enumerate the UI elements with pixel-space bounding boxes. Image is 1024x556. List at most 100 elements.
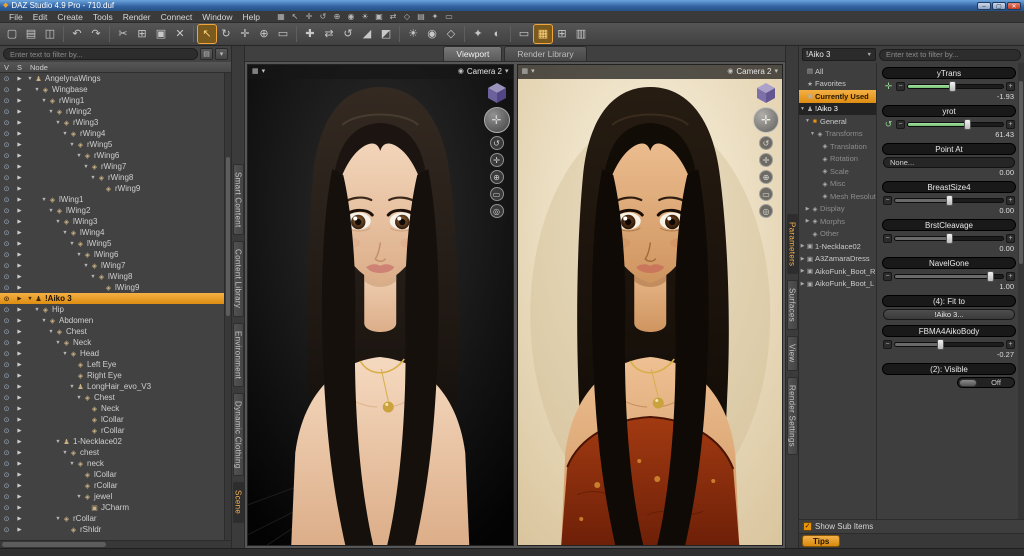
scene-tree-row[interactable]: ⊙▶▼◈Neck: [0, 337, 231, 348]
scene-tree-row[interactable]: ⊙▶◈rCollar: [0, 425, 231, 436]
view-cube-gizmo[interactable]: [486, 82, 508, 104]
visibility-eye-icon[interactable]: ⊙: [0, 207, 13, 215]
rotate-view-icon[interactable]: ↺: [490, 136, 504, 150]
parameter-group-row[interactable]: ▶▣A3ZamaraDress: [799, 253, 876, 266]
expand-arrow-icon[interactable]: ▼: [75, 395, 83, 401]
parameter-group-row[interactable]: ▶◈Morphs: [799, 215, 876, 228]
star-icon[interactable]: ✦: [429, 11, 441, 22]
menu-file[interactable]: File: [4, 11, 28, 23]
expand-arrow-icon[interactable]: ▼: [61, 351, 69, 357]
scene-tree-row[interactable]: ⊙▶▼◈lWing1: [0, 194, 231, 205]
create-null-icon[interactable]: ◇: [442, 25, 460, 43]
create-camera-icon[interactable]: ◉: [423, 25, 441, 43]
selectability-icon[interactable]: ▶: [13, 230, 26, 236]
scene-tree-row[interactable]: ⊙▶▼◈Hip: [0, 304, 231, 315]
pane-layout-icon[interactable]: ▦: [275, 11, 287, 22]
scene-tree-row[interactable]: ⊙▶▼◈Chest: [0, 392, 231, 403]
selectability-icon[interactable]: ▶: [13, 384, 26, 390]
tab-view[interactable]: View: [787, 336, 798, 370]
render-icon[interactable]: ✦: [469, 25, 487, 43]
titlebar[interactable]: ◆ DAZ Studio 4.9 Pro - 710.duf – ▢ ✕: [0, 0, 1024, 11]
selectability-icon[interactable]: ▶: [13, 483, 26, 489]
expand-arrow-icon[interactable]: ▼: [68, 241, 76, 247]
increment-button[interactable]: +: [1006, 234, 1015, 243]
parameter-group-row[interactable]: ▶◈Display: [799, 203, 876, 216]
pan-view-tool-icon[interactable]: ✛: [236, 25, 254, 43]
light-icon[interactable]: ☀: [359, 11, 371, 22]
visibility-eye-icon[interactable]: ⊙: [0, 218, 13, 226]
camera-dropdown-icon[interactable]: ▾: [774, 65, 778, 79]
scene-tree-row[interactable]: ⊙▶▼◈Wingbase: [0, 84, 231, 95]
scene-tree-row[interactable]: ⊙▶▼◈lWing8: [0, 271, 231, 282]
visibility-eye-icon[interactable]: ⊙: [0, 504, 13, 512]
selectability-icon[interactable]: ▶: [13, 186, 26, 192]
point-at-dropdown[interactable]: None...: [883, 157, 1015, 168]
expand-arrow-icon[interactable]: ▼: [54, 219, 62, 225]
minimize-button[interactable]: –: [977, 2, 991, 10]
camera-selector[interactable]: Camera 2: [467, 65, 502, 79]
cut-icon[interactable]: ✂: [114, 25, 132, 43]
scrollbar-thumb[interactable]: [226, 157, 230, 316]
visibility-eye-icon[interactable]: ⊙: [0, 86, 13, 94]
scene-vertical-scrollbar[interactable]: [224, 73, 231, 540]
parameter-group-row[interactable]: ◉Currently Used: [799, 90, 876, 103]
column-visibility[interactable]: V: [0, 63, 13, 72]
fit-to-button[interactable]: !Aiko 3...: [883, 309, 1015, 320]
column-selectability[interactable]: S: [13, 63, 26, 72]
selectability-icon[interactable]: ▶: [13, 351, 26, 357]
selectability-icon[interactable]: ▶: [13, 395, 26, 401]
expand-arrow-icon[interactable]: ▶: [804, 206, 811, 212]
expand-arrow-icon[interactable]: ▼: [82, 263, 90, 269]
expand-arrow-icon[interactable]: ▼: [68, 384, 76, 390]
expand-arrow-icon[interactable]: ▼: [61, 230, 69, 236]
tips-button[interactable]: Tips: [802, 535, 840, 547]
layout-quad-icon[interactable]: ⊞: [553, 25, 571, 43]
visibility-eye-icon[interactable]: ⊙: [0, 427, 13, 435]
param-label[interactable]: BrstCleavage: [882, 219, 1016, 231]
paste-icon[interactable]: ▣: [152, 25, 170, 43]
expand-arrow-icon[interactable]: ▼: [26, 296, 34, 302]
parameters-scrollbar[interactable]: [1018, 63, 1024, 519]
expand-arrow-icon[interactable]: ▼: [54, 120, 62, 126]
orbit-ball-control[interactable]: ✛: [753, 107, 779, 133]
scene-tree-row[interactable]: ⊙▶◈rCollar: [0, 480, 231, 491]
increment-button[interactable]: +: [1006, 120, 1015, 129]
parameter-group-row[interactable]: ▶▣AikoFunk_Boot_R: [799, 265, 876, 278]
selectability-icon[interactable]: ▶: [13, 175, 26, 181]
viewport-options-icon[interactable]: ▦: [522, 65, 529, 79]
visibility-eye-icon[interactable]: ⊙: [0, 185, 13, 193]
selectability-icon[interactable]: ▶: [13, 98, 26, 104]
null-icon[interactable]: ◇: [401, 11, 413, 22]
scene-horizontal-scrollbar[interactable]: [0, 540, 231, 548]
decrement-button[interactable]: −: [883, 234, 892, 243]
visibility-eye-icon[interactable]: ⊙: [0, 405, 13, 413]
visibility-eye-icon[interactable]: ⊙: [0, 251, 13, 259]
slider-track[interactable]: [894, 198, 1004, 203]
decrement-button[interactable]: −: [883, 340, 892, 349]
visibility-eye-icon[interactable]: ⊙: [0, 108, 13, 116]
selectability-icon[interactable]: ▶: [13, 318, 26, 324]
parameter-group-row[interactable]: ▼◈Transforms: [799, 128, 876, 141]
visible-toggle[interactable]: Off: [957, 377, 1015, 388]
visibility-eye-icon[interactable]: ⊙: [0, 482, 13, 490]
increment-button[interactable]: +: [1006, 82, 1015, 91]
expand-arrow-icon[interactable]: ▼: [40, 197, 48, 203]
rotate-view-icon[interactable]: ↺: [759, 136, 773, 150]
scrollbar-thumb[interactable]: [2, 542, 106, 547]
layout-single-icon[interactable]: ▭: [515, 25, 533, 43]
visibility-eye-icon[interactable]: ⊙: [0, 174, 13, 182]
decrement-button[interactable]: −: [883, 196, 892, 205]
visibility-eye-icon[interactable]: ⊙: [0, 196, 13, 204]
slider-track[interactable]: [894, 274, 1004, 279]
scene-tree-row[interactable]: ⊙▶▼◈rWing7: [0, 161, 231, 172]
expand-arrow-icon[interactable]: ▶: [799, 243, 806, 249]
menu-window[interactable]: Window: [197, 11, 237, 23]
parameter-group-row[interactable]: ▼■General: [799, 115, 876, 128]
scene-tree-row[interactable]: ⊙▶▼◈Head: [0, 348, 231, 359]
expand-arrow-icon[interactable]: ▼: [61, 131, 69, 137]
visibility-eye-icon[interactable]: ⊙: [0, 119, 13, 127]
expand-arrow-icon[interactable]: ▼: [61, 450, 69, 456]
show-sub-items-checkbox[interactable]: ✓: [803, 522, 812, 531]
visibility-eye-icon[interactable]: ⊙: [0, 471, 13, 479]
param-label[interactable]: NavelGone: [882, 257, 1016, 269]
